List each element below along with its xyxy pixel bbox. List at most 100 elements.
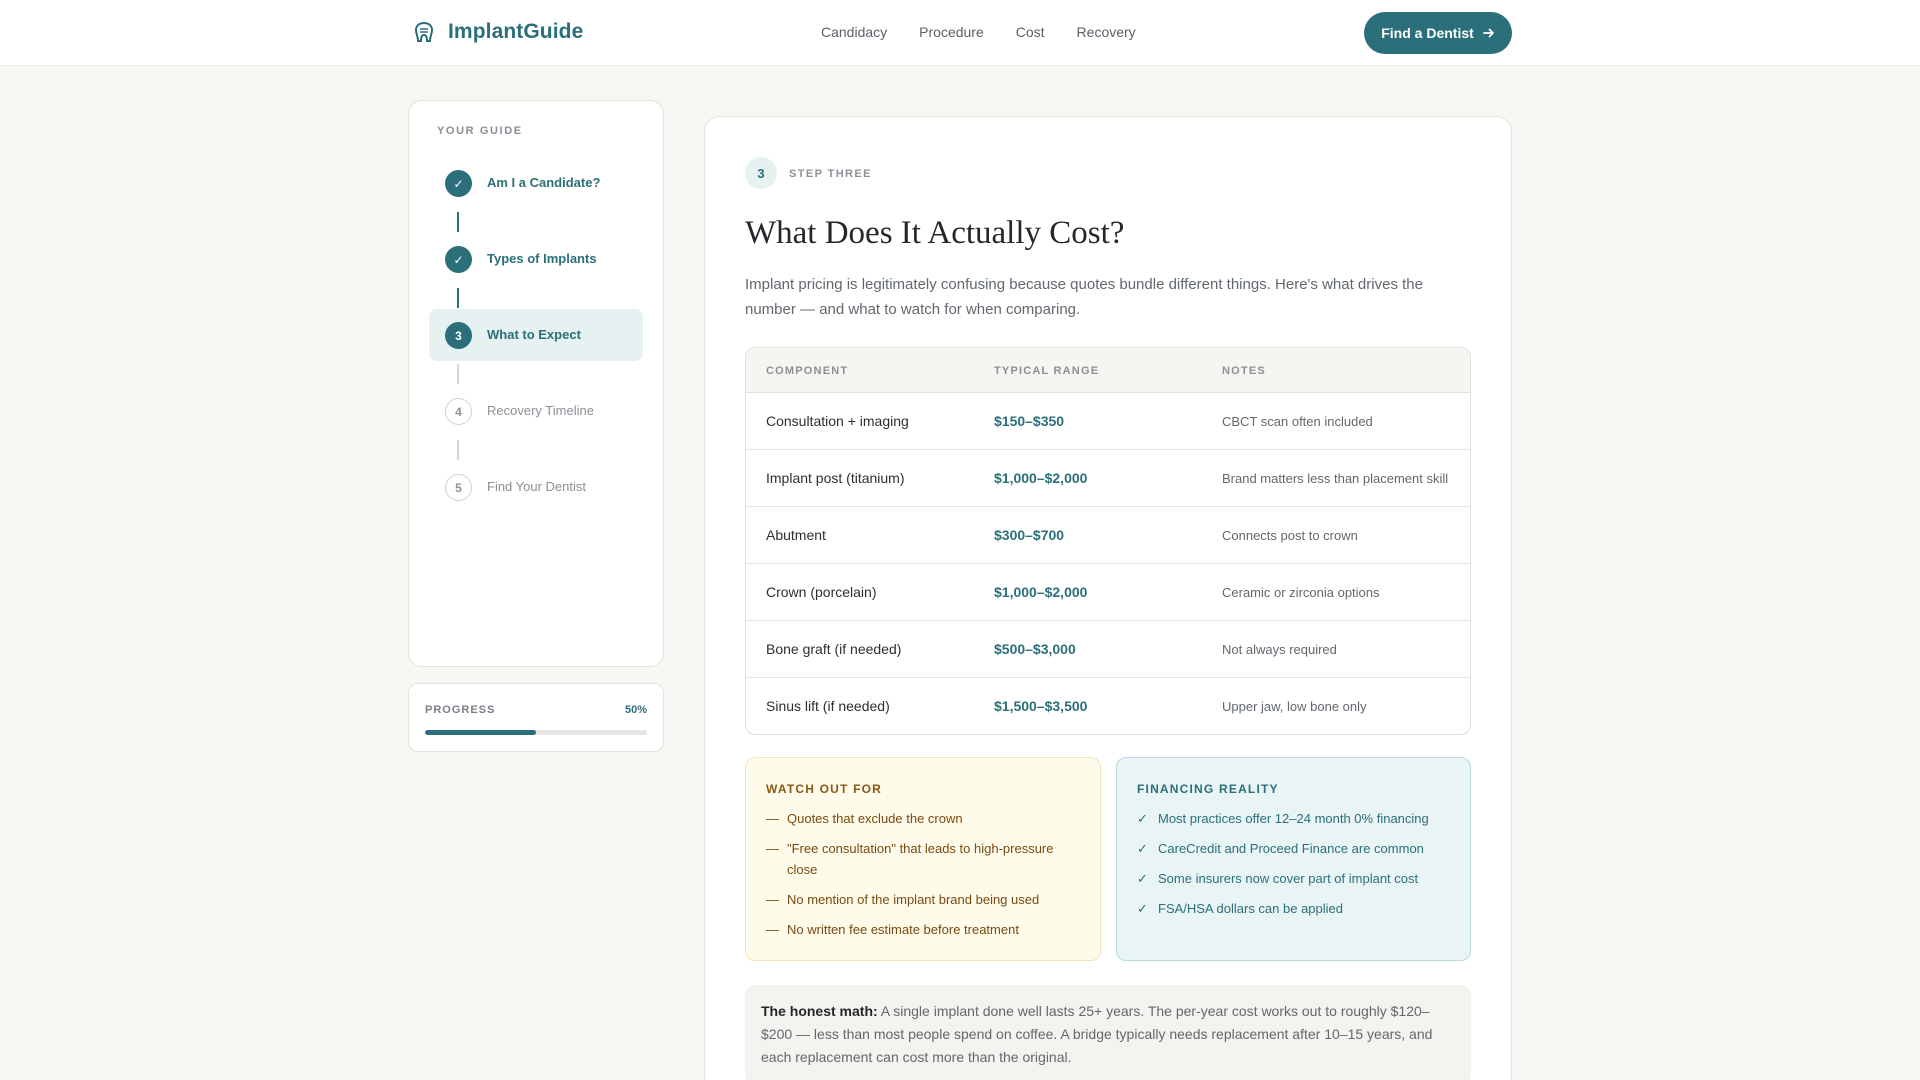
step-connector: [457, 288, 459, 308]
list-item: — "Free consultation" that leads to high-…: [766, 838, 1086, 880]
guide-step-label: Am I a Candidate?: [487, 175, 601, 190]
notes-cell: Brand matters less than placement skill: [1222, 471, 1449, 486]
notes-cell: Upper jaw, low bone only: [1222, 699, 1367, 714]
watch-out-list: — Quotes that exclude the crown — "Free co…: [766, 808, 1086, 949]
watch-out-title: WATCH OUT FOR: [766, 782, 883, 796]
guide-title: YOUR GUIDE: [437, 125, 523, 137]
step-eyebrow: STEP THREE: [789, 168, 872, 180]
dash-icon: —: [766, 841, 779, 856]
guide-step-label: Find Your Dentist: [487, 479, 587, 494]
watch-out-box: WATCH OUT FOR — Quotes that exclude the c…: [745, 757, 1101, 961]
brand-logo-link[interactable]: ImplantGuide: [412, 18, 583, 46]
list-item-text: FSA/HSA dollars can be applied: [1158, 901, 1343, 916]
guide-step-label: What to Expect: [487, 327, 581, 342]
range-cell: $300–$700: [994, 527, 1065, 543]
range-cell: $1,500–$3,500: [994, 698, 1088, 714]
component-cell: Bone graft (if needed): [766, 641, 902, 657]
range-cell: $500–$3,000: [994, 641, 1076, 657]
check-icon: ✓: [1137, 871, 1148, 886]
progress-bar: [425, 730, 647, 735]
guide-step-what-to-expect[interactable]: 3 What to Expect: [429, 309, 643, 361]
cost-table: COMPONENT TYPICAL RANGE NOTES Consultati…: [745, 347, 1471, 735]
progress-bar-fill: [425, 730, 536, 735]
step-number-badge: 4: [445, 398, 472, 425]
component-cell: Consultation + imaging: [766, 413, 909, 429]
step-connector: [457, 364, 459, 384]
component-cell: Sinus lift (if needed): [766, 698, 890, 714]
list-item-text: Some insurers now cover part of implant …: [1158, 871, 1419, 886]
component-cell: Abutment: [766, 527, 826, 543]
list-item: — Quotes that exclude the crown: [766, 808, 1086, 829]
step-number-badge: 3: [445, 322, 472, 349]
honest-math-lead: The honest math:: [761, 1003, 878, 1019]
component-cell: Implant post (titanium): [766, 470, 905, 486]
check-icon: ✓: [1137, 811, 1148, 826]
table-row: Sinus lift (if needed) $1,500–$3,500 Upp…: [746, 678, 1470, 734]
guide-sidebar: YOUR GUIDE ✓ Am I a Candidate? ✓ Types o…: [408, 100, 664, 667]
list-item: ✓ Some insurers now cover part of implant…: [1137, 868, 1457, 889]
table-row: Implant post (titanium) $1,000–$2,000 Br…: [746, 450, 1470, 507]
list-item: — No written fee estimate before treatmen…: [766, 919, 1086, 940]
notes-cell: CBCT scan often included: [1222, 414, 1373, 429]
page-title: What Does It Actually Cost?: [745, 215, 1125, 251]
column-header-range: TYPICAL RANGE: [994, 365, 1100, 377]
nav-link-recovery[interactable]: Recovery: [1077, 24, 1136, 40]
list-item: — No mention of the implant brand being u…: [766, 889, 1086, 910]
list-item-text: Quotes that exclude the crown: [787, 811, 963, 826]
check-icon: ✓: [445, 246, 472, 273]
guide-step-candidate[interactable]: ✓ Am I a Candidate?: [429, 157, 643, 209]
guide-step-label: Types of Implants: [487, 251, 597, 266]
table-header: COMPONENT TYPICAL RANGE NOTES: [746, 348, 1470, 393]
list-item-text: "Free consultation" that leads to high-p…: [787, 841, 1054, 877]
progress-value: 50%: [624, 704, 647, 716]
nav-link-procedure[interactable]: Procedure: [919, 24, 984, 40]
guide-step-find-dentist[interactable]: 5 Find Your Dentist: [429, 461, 643, 513]
list-item-text: Most practices offer 12–24 month 0% fina…: [1158, 811, 1429, 826]
progress-card: PROGRESS 50%: [408, 683, 664, 752]
brand-name: ImplantGuide: [448, 20, 584, 43]
dash-icon: —: [766, 811, 779, 826]
list-item-text: CareCredit and Proceed Finance are commo…: [1158, 841, 1424, 856]
step-number-badge: 5: [445, 474, 472, 501]
find-dentist-button[interactable]: Find a Dentist: [1364, 12, 1512, 54]
notes-cell: Ceramic or zirconia options: [1222, 585, 1380, 600]
honest-math-callout: The honest math: A single implant done w…: [745, 985, 1471, 1080]
financing-box: FINANCING REALITY ✓ Most practices offer …: [1116, 757, 1471, 961]
list-item-text: No written fee estimate before treatment: [787, 922, 1019, 937]
nav-link-candidacy[interactable]: Candidacy: [821, 24, 887, 40]
list-item: ✓ Most practices offer 12–24 month 0% fin…: [1137, 808, 1457, 829]
check-icon: ✓: [445, 170, 472, 197]
list-item: ✓ FSA/HSA dollars can be applied: [1137, 898, 1457, 919]
financing-list: ✓ Most practices offer 12–24 month 0% fin…: [1137, 808, 1457, 928]
dash-icon: —: [766, 922, 779, 937]
arrow-right-icon: [1482, 27, 1495, 39]
tooth-icon: [412, 18, 436, 46]
guide-step-recovery[interactable]: 4 Recovery Timeline: [429, 385, 643, 437]
list-item: ✓ CareCredit and Proceed Finance are comm…: [1137, 838, 1457, 859]
table-row: Crown (porcelain) $1,000–$2,000 Ceramic …: [746, 564, 1470, 621]
range-cell: $1,000–$2,000: [994, 584, 1088, 600]
column-header-component: COMPONENT: [766, 365, 849, 377]
nav-link-cost[interactable]: Cost: [1016, 24, 1045, 40]
guide-step-types[interactable]: ✓ Types of Implants: [429, 233, 643, 285]
check-icon: ✓: [1137, 841, 1148, 856]
financing-title: FINANCING REALITY: [1137, 782, 1279, 796]
list-item-text: No mention of the implant brand being us…: [787, 892, 1040, 907]
cost-section-card: 3 STEP THREE What Does It Actually Cost?…: [704, 116, 1512, 1080]
guide-step-label: Recovery Timeline: [487, 403, 594, 418]
notes-cell: Not always required: [1222, 642, 1337, 657]
progress-label: PROGRESS: [425, 704, 496, 716]
notes-cell: Connects post to crown: [1222, 528, 1358, 543]
step-number-badge: 3: [745, 157, 777, 189]
column-header-notes: NOTES: [1222, 365, 1266, 377]
table-row: Consultation + imaging $150–$350 CBCT sc…: [746, 393, 1470, 450]
step-connector: [457, 440, 459, 460]
top-navigation-bar: ImplantGuide Candidacy Procedure Cost Re…: [0, 0, 1920, 66]
component-cell: Crown (porcelain): [766, 584, 877, 600]
table-row: Abutment $300–$700 Connects post to crow…: [746, 507, 1470, 564]
find-dentist-label: Find a Dentist: [1381, 25, 1474, 41]
range-cell: $1,000–$2,000: [994, 470, 1088, 486]
range-cell: $150–$350: [994, 413, 1065, 429]
main-nav: Candidacy Procedure Cost Recovery: [821, 24, 1136, 40]
step-connector: [457, 212, 459, 232]
